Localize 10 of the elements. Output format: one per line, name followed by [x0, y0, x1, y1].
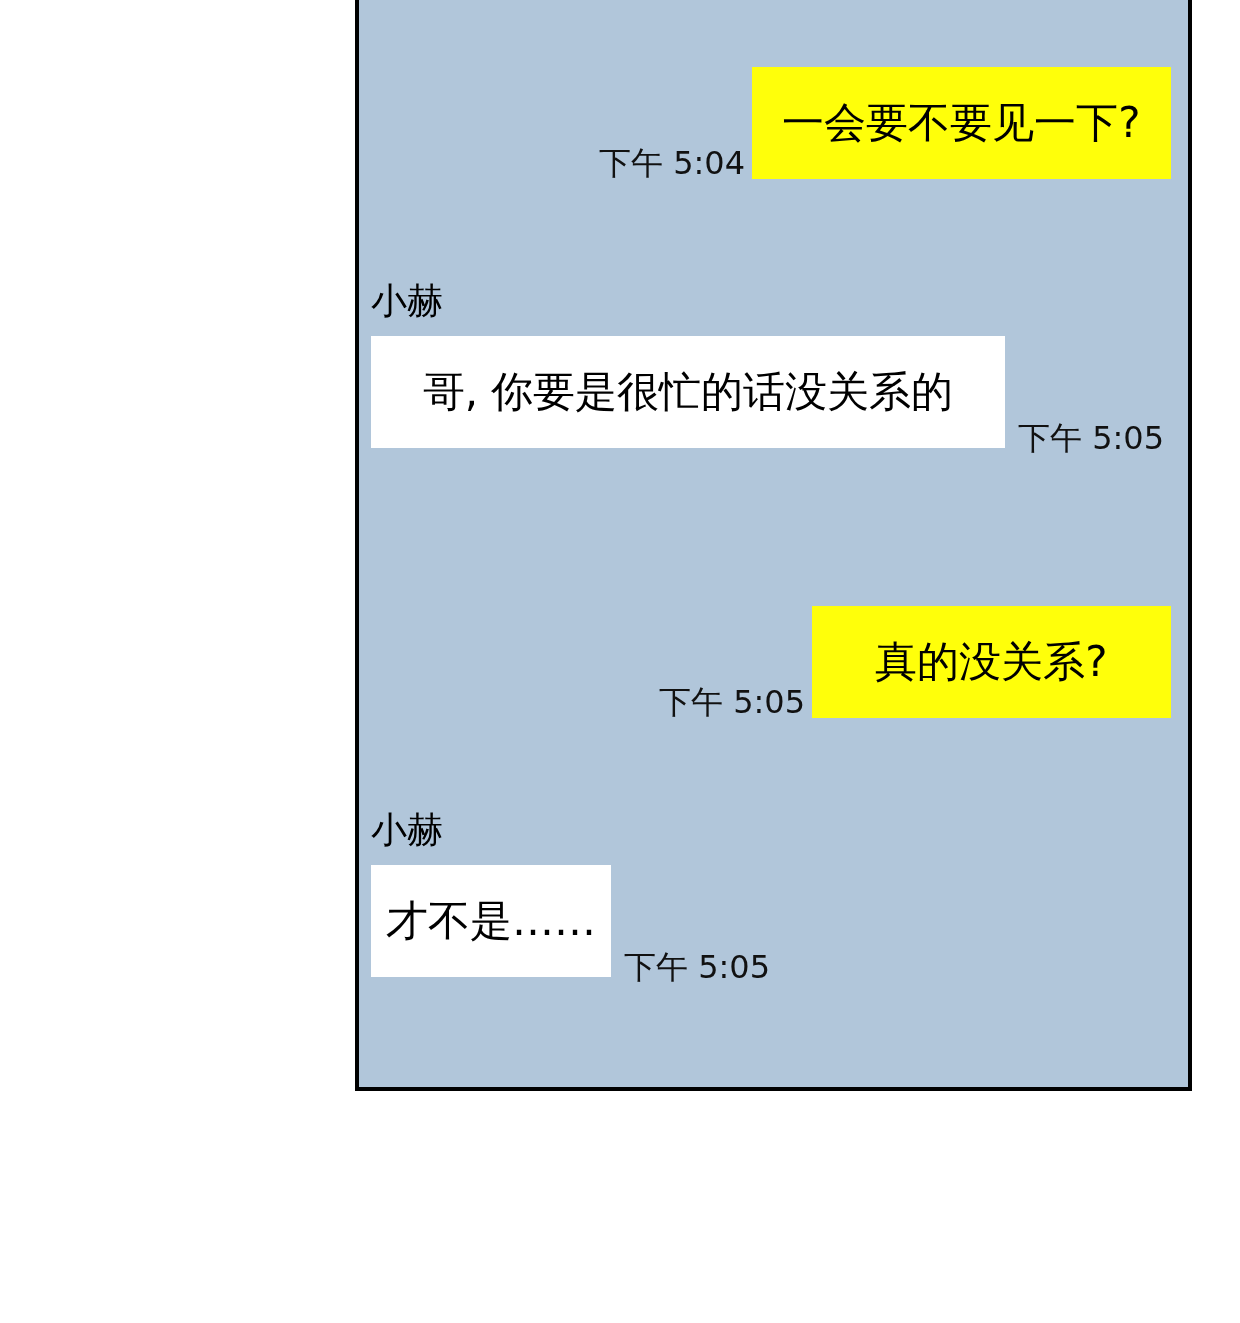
sender-name: 小赫: [371, 283, 443, 319]
timestamp: 下午 5:05: [658, 686, 805, 718]
timestamp: 下午 5:05: [624, 951, 771, 983]
sender-name: 小赫: [371, 812, 443, 848]
message-text: 才不是……: [386, 900, 596, 942]
message-text: 真的没关系?: [875, 641, 1108, 683]
timestamp: 下午 5:04: [598, 147, 745, 179]
timestamp: 下午 5:05: [1018, 422, 1165, 454]
message-text: 一会要不要见一下?: [782, 102, 1141, 144]
message-text: 哥, 你要是很忙的话没关系的: [422, 371, 954, 413]
